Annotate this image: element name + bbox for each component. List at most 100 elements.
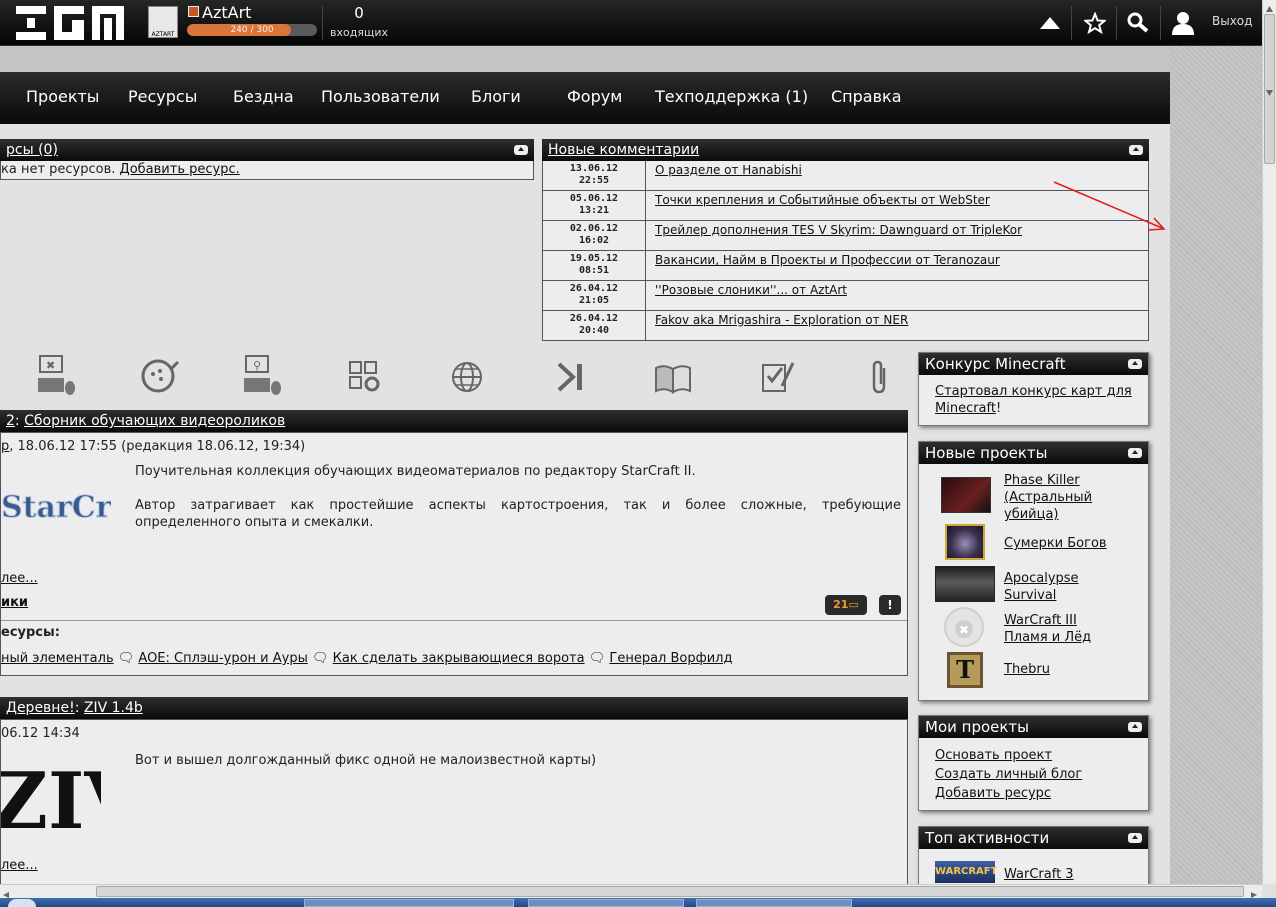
user-avatar[interactable]: AZTART	[148, 6, 178, 38]
user-badge-icon	[188, 6, 199, 17]
article-category-link[interactable]: 2	[6, 413, 15, 429]
search-icon[interactable]	[1121, 8, 1155, 38]
related-resource-link[interactable]: ный элементаль	[1, 651, 114, 666]
collapse-icon[interactable]	[514, 145, 528, 155]
scroll-right-arrow-icon[interactable]	[1250, 888, 1258, 898]
add-resource-link[interactable]: Добавить ресурс	[935, 786, 1051, 801]
create-blog-link[interactable]: Создать личный блог	[935, 767, 1082, 782]
comment-link[interactable]: О разделе от Hanabishi	[655, 163, 802, 177]
thebru-thumb[interactable]: T	[947, 652, 983, 688]
grid-gear-icon[interactable]	[348, 360, 382, 394]
read-more-link[interactable]: лее...	[1, 858, 38, 873]
svg-text:⚲: ⚲	[253, 359, 261, 372]
found-project-link[interactable]: Основать проект	[935, 748, 1052, 763]
comment-bubble-icon: 🗨	[117, 651, 135, 666]
collapse-icon[interactable]	[1128, 448, 1142, 458]
paperclip-icon[interactable]	[866, 360, 894, 396]
nav-item-projects[interactable]: Проекты	[26, 87, 99, 106]
collapse-icon[interactable]	[1128, 722, 1142, 732]
logout-link[interactable]: Выход	[1212, 14, 1252, 28]
sumerki-thumb[interactable]	[945, 524, 985, 560]
title-separator: :	[74, 700, 80, 716]
nav-item-support[interactable]: Техподдержка (1)	[655, 87, 808, 106]
globe-icon[interactable]	[450, 360, 484, 394]
comments-panel-title[interactable]: Новые комментарии	[548, 142, 699, 158]
start-button[interactable]	[8, 899, 36, 907]
nav-item-help[interactable]: Справка	[831, 87, 902, 106]
svg-text:ZIV: ZIV	[1, 756, 101, 834]
warcraft-thumb[interactable]: WARCRAFT	[935, 861, 997, 883]
comment-row: 26.04.12 20:40 Fakov aka Mrigashira - Exp…	[542, 311, 1149, 341]
project-link[interactable]: Сумерки Богов	[1004, 536, 1107, 551]
gamepad-icon[interactable]	[138, 358, 180, 394]
project-link[interactable]: WarCraft III Пламя и Лёд	[1004, 612, 1091, 646]
scroll-left-arrow-icon[interactable]	[2, 888, 10, 898]
collapse-icon[interactable]	[1129, 145, 1143, 155]
book-icon[interactable]	[654, 362, 692, 394]
inbox-label[interactable]: входящих	[330, 26, 388, 39]
comment-link[interactable]: Вакансии, Найм в Проекты и Профессии от …	[655, 253, 1000, 267]
ziv-logo-image[interactable]: ZIV	[0, 750, 146, 847]
site-logo[interactable]	[16, 6, 124, 40]
nav-item-blogs[interactable]: Блоги	[471, 87, 521, 106]
comment-link[interactable]: Fakov aka Mrigashira - Exploration от NE…	[655, 313, 908, 327]
comment-datetime: 26.04.12 20:40	[569, 313, 619, 336]
nav-item-resources[interactable]: Ресурсы	[128, 87, 197, 106]
project-link[interactable]: Phase Killer (Астральный убийца)	[1004, 472, 1092, 523]
project-link[interactable]: Thebru	[1004, 662, 1050, 677]
checklist-icon[interactable]	[760, 360, 796, 394]
scroll-up-arrow-icon[interactable]	[1265, 2, 1274, 12]
vertical-scrollbar[interactable]	[1262, 0, 1276, 884]
related-resources-list: ный элементаль 🗨 AOE: Сплэш-урон и Ауры …	[1, 651, 732, 666]
comment-count-badge[interactable]: 21▭	[825, 595, 867, 615]
comment-link[interactable]: Трейлер дополнения TES V Skyrim: Dawngua…	[655, 223, 1022, 237]
taskbar-item[interactable]	[304, 899, 514, 907]
horizontal-scrollbar[interactable]	[0, 884, 1262, 898]
username[interactable]: AztArt	[202, 3, 251, 22]
comment-row: 26.04.12 21:05 ''Розовые слоники''... от …	[542, 281, 1149, 311]
title-separator: :	[14, 413, 20, 429]
no-logo-thumb[interactable]: ✖	[939, 606, 989, 648]
contest-link[interactable]: Стартовал конкурс карт для Minecraft	[935, 384, 1132, 416]
collapse-icon[interactable]	[1128, 359, 1142, 369]
horizontal-scroll-thumb[interactable]	[96, 886, 1244, 897]
article-tag-link[interactable]: ики	[1, 595, 28, 610]
user-icon[interactable]	[1166, 8, 1200, 38]
keyboard-mouse-figure-icon[interactable]: ⚲	[242, 354, 284, 398]
star-icon[interactable]	[1078, 8, 1112, 38]
taskbar-item[interactable]	[696, 899, 852, 907]
comment-link[interactable]: ''Розовые слоники''... от AztArt	[655, 283, 847, 297]
triangle-up-icon[interactable]	[1033, 8, 1067, 38]
divider	[1160, 6, 1161, 40]
project-link[interactable]: Apocalypse Survival	[1004, 570, 1079, 604]
comment-datetime: 13.06.12 22:55	[569, 163, 619, 186]
nav-item-users[interactable]: Пользователи	[321, 87, 440, 106]
article-category-link[interactable]: Деревне!	[6, 700, 75, 716]
starcraft-logo-image[interactable]: StarCraft	[1, 475, 159, 535]
taskbar-item[interactable]	[528, 899, 684, 907]
nav-item-abyss[interactable]: Бездна	[233, 87, 294, 106]
read-more-link[interactable]: лее...	[1, 571, 38, 586]
phase-killer-thumb[interactable]	[941, 477, 991, 513]
collapse-icon[interactable]	[1128, 833, 1142, 843]
report-button[interactable]: !	[879, 595, 901, 615]
resources-panel-header: рсы (0)	[0, 139, 534, 161]
article-body: 06.12 14:34 ZIV Вот и вышел долгожданный…	[0, 719, 908, 884]
resources-panel-title[interactable]: рсы (0)	[6, 142, 58, 158]
related-resource-link[interactable]: Как сделать закрывающиеся ворота	[333, 651, 585, 666]
article-title-link[interactable]: Сборник обучающих видеороликов	[24, 413, 285, 429]
apocalypse-thumb[interactable]	[935, 566, 995, 602]
contest-box: Конкурс Minecraft Стартовал конкурс карт…	[918, 352, 1149, 426]
add-resource-link[interactable]: Добавить ресурс.	[120, 162, 240, 177]
nav-item-forum[interactable]: Форум	[567, 87, 622, 106]
divider	[1, 620, 907, 621]
related-resource-link[interactable]: AOE: Сплэш-урон и Ауры	[138, 651, 307, 666]
project-link[interactable]: WarCraft 3	[1004, 867, 1074, 882]
article-header: 2: Сборник обучающих видеороликов	[0, 410, 908, 432]
keyboard-mouse-x-icon[interactable]: ✖	[36, 354, 78, 398]
inbox-count[interactable]: 0	[330, 4, 388, 22]
play-skip-icon[interactable]	[554, 360, 588, 394]
related-resource-link[interactable]: Генерал Ворфилд	[609, 651, 732, 666]
comment-link[interactable]: Точки крепления и Событийные объекты от …	[655, 193, 990, 207]
article-title-link[interactable]: ZIV 1.4b	[84, 700, 143, 716]
